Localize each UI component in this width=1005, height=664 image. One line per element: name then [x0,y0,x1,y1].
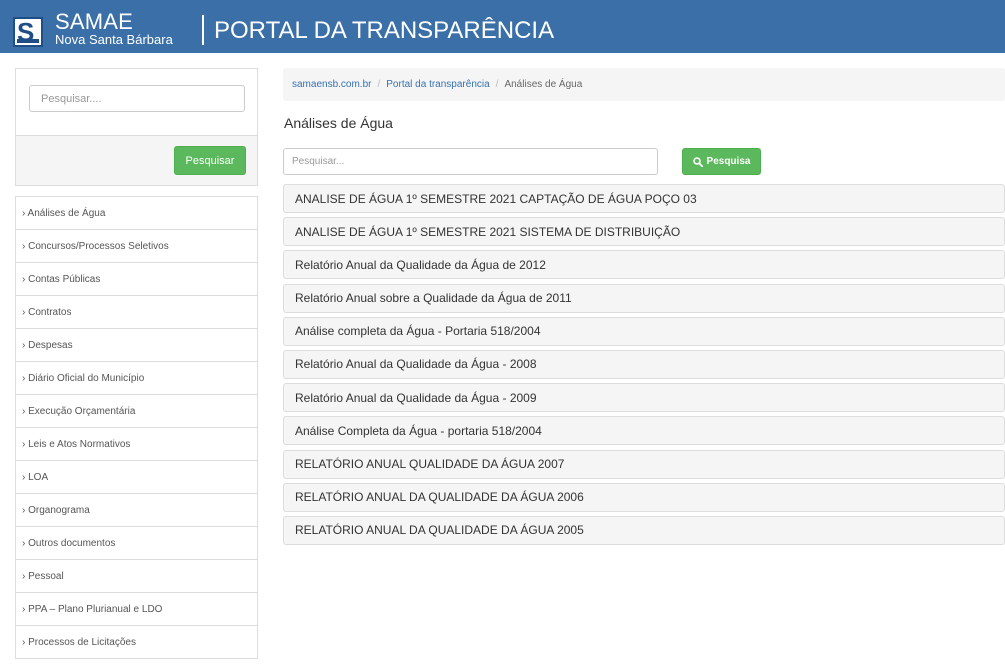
sidebar-menu-item[interactable]: › Processos de Licitações [16,626,257,659]
sidebar-menu-item[interactable]: › Outros documentos [16,527,257,560]
document-item[interactable]: RELATÓRIO ANUAL DA QUALIDADE DA ÁGUA 200… [283,482,1005,512]
header-divider [202,15,204,45]
samae-logo[interactable]: S [13,17,43,47]
sidebar-menu-item[interactable]: › Execução Orçamentária [16,395,257,428]
document-item[interactable]: Análise Completa da Água - portaria 518/… [283,416,1005,446]
document-item[interactable]: Análise completa da Água - Portaria 518/… [283,316,1005,346]
sidebar-menu-item[interactable]: › Análises de Água [16,197,257,230]
sidebar-menu-item[interactable]: › LOA [16,461,257,494]
sidebar-menu-item[interactable]: › Contratos [16,296,257,329]
document-item[interactable]: Relatório Anual da Qualidade da Água - 2… [283,383,1005,413]
main-search-button-label: Pesquisa [706,156,751,167]
document-item[interactable]: Relatório Anual sobre a Qualidade da Águ… [283,283,1005,313]
document-item[interactable]: Relatório Anual da Qualidade da Água - 2… [283,349,1005,379]
sidebar-menu-item[interactable]: › Concursos/Processos Seletivos [16,230,257,263]
sidebar-menu-item[interactable]: › Leis e Atos Normativos [16,428,257,461]
brand-name[interactable]: SAMAE [55,11,133,33]
document-item[interactable]: Relatório Anual da Qualidade da Água de … [283,250,1005,280]
main-search-input[interactable] [283,148,658,175]
breadcrumb: samaensb.com.br / Portal da transparênci… [283,68,1005,101]
sidebar-menu-item[interactable]: › Despesas [16,329,257,362]
breadcrumb-separator: / [495,79,499,90]
logo-band [17,39,39,43]
portal-title: PORTAL DA TRANSPARÊNCIA [214,17,555,44]
sidebar-search-button[interactable]: Pesquisar [174,146,246,175]
breadcrumb-current: Análises de Água [504,79,583,90]
site-header: S SAMAE Nova Santa Bárbara PORTAL DA TRA… [0,0,1005,53]
sidebar-search-panel: Pesquisar [15,68,258,186]
sidebar-search-input[interactable] [29,85,245,112]
document-item[interactable]: RELATÓRIO ANUAL DA QUALIDADE DA ÁGUA 200… [283,515,1005,545]
main-search-button[interactable]: Pesquisa [682,148,761,175]
sidebar-search-body [16,69,257,136]
logo-letter: S [17,17,35,47]
sidebar-menu-item[interactable]: › Diário Oficial do Município [16,362,257,395]
search-icon [692,156,703,167]
sidebar-search-footer: Pesquisar [16,136,257,185]
sidebar-menu-item[interactable]: › Pessoal [16,560,257,593]
sidebar-menu-item[interactable]: › PPA – Plano Plurianual e LDO [16,593,257,626]
sidebar-menu: › Análises de Água › Concursos/Processos … [15,196,258,659]
breadcrumb-home[interactable]: samaensb.com.br [292,79,371,90]
sidebar-menu-item[interactable]: › Contas Públicas [16,263,257,296]
breadcrumb-portal[interactable]: Portal da transparência [386,79,489,90]
brand-subtitle: Nova Santa Bárbara [55,32,173,47]
document-item[interactable]: RELATÓRIO ANUAL QUALIDADE DA ÁGUA 2007 [283,449,1005,479]
document-item[interactable]: ANALISE DE ÁGUA 1º SEMESTRE 2021 SISTEMA… [283,217,1005,247]
breadcrumb-separator: / [377,79,381,90]
document-item[interactable]: ANALISE DE ÁGUA 1º SEMESTRE 2021 CAPTAÇÃ… [283,184,1005,213]
page-title: Análises de Água [284,115,393,131]
sidebar-menu-item[interactable]: › Organograma [16,494,257,527]
document-list: ANALISE DE ÁGUA 1º SEMESTRE 2021 CAPTAÇÃ… [283,184,1005,549]
